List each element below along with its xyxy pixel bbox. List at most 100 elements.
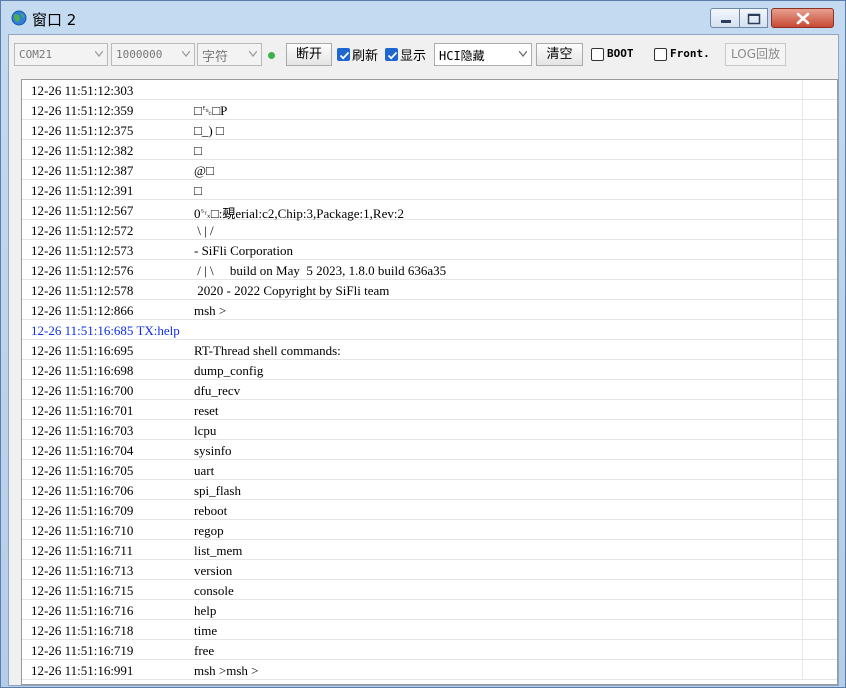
front-checkbox[interactable] [654,48,667,61]
log-message: @□ [194,163,214,178]
serial-window: 窗口 2 COM21 1000000 字符 断开 刷新 显示 HCI隐藏 清空 … [0,0,846,688]
column-divider [802,620,803,640]
display-checkbox[interactable] [385,48,398,61]
chevron-down-icon [182,51,190,57]
log-row: 12-26 11:51:16:706 spi_flash [22,480,837,500]
log-timestamp: 12-26 11:51:16:716 [31,603,134,618]
log-timestamp: 12-26 11:51:16:700 [31,383,134,398]
log-timestamp: 12-26 11:51:12:391 [31,183,134,198]
log-message: sysinfo [194,443,232,458]
globe-icon [11,10,27,26]
boot-label[interactable]: BOOT [607,47,634,60]
boot-checkbox[interactable] [591,48,604,61]
log-message: \ | / [194,223,214,238]
column-divider [802,80,803,100]
log-message: reboot [194,503,228,518]
title-bar[interactable]: 窗口 2 [1,1,845,35]
log-timestamp: 12-26 11:51:12:866 [31,303,134,318]
minimize-button[interactable] [710,8,740,28]
log-timestamp: 12-26 11:51:12:567 [31,203,134,218]
column-divider [802,500,803,520]
column-divider [802,440,803,460]
log-message: - SiFli Corporation [194,243,293,258]
column-divider [802,160,803,180]
disconnect-button[interactable]: 断开 [286,43,332,66]
log-timestamp: 12-26 11:51:12:387 [31,163,134,178]
log-message: □ [194,183,202,198]
log-row: 12-26 11:51:16:711 list_mem [22,540,837,560]
log-replay-button[interactable]: LOG回放 [725,43,786,66]
log-output[interactable]: 12-26 11:51:12:303 12-26 11:51:12:359 □␛□P… [21,79,838,685]
log-timestamp: 12-26 11:51:16:710 [31,523,134,538]
hci-value: HCI隐藏 [439,49,485,63]
baud-value: 1000000 [116,48,163,61]
log-row: 12-26 11:51:12:567 0␂□:覡erial:c2,Chip:3,P… [22,200,837,221]
column-divider [802,240,803,260]
column-divider [802,580,803,600]
toolbar: COM21 1000000 字符 断开 刷新 显示 HCI隐藏 清空 BOOT … [9,35,838,77]
log-row: 12-26 11:51:16:709 reboot [22,500,837,520]
close-button[interactable] [771,8,834,28]
log-message: help [194,603,217,618]
port-select[interactable]: COM21 [14,43,108,66]
log-timestamp: 12-26 11:51:16:705 [31,463,134,478]
column-divider [802,220,803,240]
log-row: 12-26 11:51:16:710 regop [22,520,837,540]
maximize-button[interactable] [740,8,768,28]
log-timestamp: 12-26 11:51:16:718 [31,623,134,638]
chevron-down-icon [95,51,103,57]
refresh-checkbox[interactable] [337,48,350,61]
encoding-select[interactable]: 字符 [197,43,262,66]
log-message: □_) □ [194,123,224,138]
column-divider [802,520,803,540]
log-message: spi_flash [194,483,241,498]
log-timestamp: 12-26 11:51:16:706 [31,483,134,498]
log-timestamp: 12-26 11:51:12:382 [31,143,134,158]
display-label[interactable]: 显示 [400,45,426,64]
column-divider [802,600,803,620]
column-divider [802,360,803,380]
hci-select[interactable]: HCI隐藏 [434,43,532,66]
log-timestamp: 12-26 11:51:16:695 [31,343,134,358]
log-timestamp: 12-26 11:51:12:303 [31,83,134,98]
log-timestamp: 12-26 11:51:16:711 [31,543,133,558]
close-icon [796,12,810,25]
column-divider [802,180,803,200]
column-divider [802,480,803,500]
log-timestamp: 12-26 11:51:16:704 [31,443,134,458]
column-divider [802,340,803,360]
log-row: 12-26 11:51:16:701 reset [22,400,837,420]
log-timestamp: 12-26 11:51:12:359 [31,103,134,118]
baud-select[interactable]: 1000000 [111,43,195,66]
log-row: 12-26 11:51:16:704 sysinfo [22,440,837,460]
column-divider [802,100,803,120]
log-message: 2020 - 2022 Copyright by SiFli team [194,283,390,298]
log-message: version [194,563,233,578]
log-message: dump_config [194,363,264,378]
log-row: 12-26 11:51:16:705 uart [22,460,837,480]
log-timestamp: 12-26 11:51:12:572 [31,223,134,238]
log-message: reset [194,403,219,418]
clear-button[interactable]: 清空 [536,43,583,66]
refresh-label[interactable]: 刷新 [352,45,378,64]
log-timestamp: 12-26 11:51:16:991 [31,663,134,678]
log-row: 12-26 11:51:16:715 console [22,580,837,600]
log-message: □␛□P [194,103,228,118]
log-row: 12-26 11:51:16:700 dfu_recv [22,380,837,400]
log-row: 12-26 11:51:16:991 msh >msh > [22,660,837,680]
chevron-down-icon [249,51,257,57]
log-message: console [194,583,234,598]
column-divider [802,560,803,580]
window-title: 窗口 2 [32,11,77,29]
log-row: 12-26 11:51:12:375 □_) □ [22,120,837,140]
column-divider [802,120,803,140]
log-message: list_mem [194,543,243,558]
column-divider [802,460,803,480]
log-row: 12-26 11:51:12:866 msh > [22,300,837,320]
front-label[interactable]: Front. [670,47,710,60]
log-timestamp: 12-26 11:51:16:709 [31,503,134,518]
log-message: RT-Thread shell commands: [194,343,341,358]
log-timestamp: 12-26 11:51:16:701 [31,403,134,418]
log-row: 12-26 11:51:12:578 2020 - 2022 Copyright… [22,280,837,300]
log-timestamp: 12-26 11:51:12:578 [31,283,134,298]
